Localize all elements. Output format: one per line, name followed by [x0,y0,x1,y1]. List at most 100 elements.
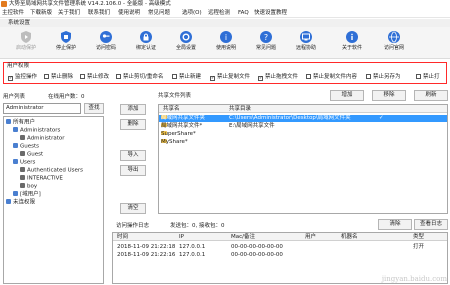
start-protect-button[interactable]: 启动保护 [6,27,46,59]
checkbox-box: ✓ [258,75,263,81]
perm-no-modify-checkbox[interactable]: 禁止修改 [80,73,109,81]
faq-button[interactable]: ? 常见问题 [246,27,286,59]
checkbox-box [44,73,49,79]
access-password-button[interactable]: 访问密码 [86,27,126,59]
user-search-button[interactable]: 查找 [84,103,104,114]
shield-stop-icon [61,31,71,43]
share-row[interactable]: 局域网共享文件夹 C:\Users\Administrator\Desktop\… [159,115,447,122]
tree-item[interactable]: Authenticated Users [20,167,83,175]
share-row[interactable]: MyShare* [159,139,447,146]
tree-item[interactable]: Guests [13,143,39,151]
tree-item[interactable]: Administrators [13,127,60,135]
column-header[interactable]: IP [179,233,184,241]
perm-no-copy-file-checkbox[interactable]: ✓ 禁止复制文件 [210,73,250,81]
tree-item[interactable]: Users [13,159,35,167]
app-icon [1,1,7,7]
menu-item-main[interactable]: 主控软件 [2,9,24,18]
menu-item-faq-cn[interactable]: 常见问题 [148,9,170,18]
column-header[interactable]: 共享目录 [229,105,251,113]
column-header[interactable]: 共享名 [163,105,180,113]
checkbox-box: ✓ [210,75,215,81]
menu-item-manual[interactable]: 使用说明 [118,9,140,18]
log-row[interactable]: 2018-11-09 21:22:16 127.0.0.1 00-00-00-0… [113,252,447,259]
user-tree: 所有用户 Administrators Administrator Guests… [3,116,104,284]
tree-item[interactable]: INTERACTIVE [20,175,63,183]
menu-item-quick-guide[interactable]: 快速设置教程 [254,9,287,18]
add-button[interactable]: 添加 [120,104,146,115]
user-icon [20,175,25,180]
svg-text:i: i [225,33,227,42]
tree-item[interactable]: 未连权限 [6,199,35,207]
perm-no-drag-file-checkbox[interactable]: ✓ 禁止拖拽文件 [258,73,298,81]
website-button[interactable]: 访问官网 [374,27,414,59]
export-button[interactable]: 导出 [120,165,146,176]
toolbar-label: 使用说明 [215,45,236,51]
tree-item[interactable]: [域用户] [13,191,41,199]
perm-monitor-checkbox[interactable]: ✓ 监控操作 [8,73,37,81]
stop-protect-button[interactable]: 停止保护 [46,27,86,59]
share-add-button[interactable]: 增加 [330,90,364,101]
checkbox-box [416,73,421,79]
watermark: jingyan.baidu.com [381,275,447,283]
svg-text:?: ? [264,33,268,42]
share-row[interactable]: SuperShare* [159,131,447,138]
bind-auth-button[interactable]: 绑定认证 [126,27,166,59]
toolbar-label: 启动保护 [15,45,36,51]
menu-item-about[interactable]: 关于我们 [58,9,80,18]
window-title: 大势至局域网共享文件管理系统 V14.2.106.0 - 全能版 - 高级模式 [9,1,171,7]
user-icon [20,135,25,140]
about-button[interactable]: 关于软件 [332,27,372,59]
toolbar-label: 访问官网 [383,45,404,51]
checkbox-box [172,73,177,79]
share-refresh-button[interactable]: 刷新 [414,90,448,101]
tree-item[interactable]: Guest [20,151,43,159]
log-view-button[interactable]: 查看日志 [414,219,448,230]
manual-button[interactable]: i 使用说明 [206,27,246,59]
toolbar-label: 远程协助 [295,45,316,51]
perm-no-save-as-checkbox[interactable]: 禁止另存为 [366,73,401,81]
delete-button[interactable]: 删除 [120,119,146,130]
menu-item-download[interactable]: 下载新版 [30,9,52,18]
tree-item[interactable]: boy [20,183,37,191]
global-settings-button[interactable]: 全局设置 [166,27,206,59]
menu-item-remote-check[interactable]: 远程检测 [208,9,230,18]
perm-no-print-checkbox[interactable]: 禁止打 [416,73,440,81]
group-icon [6,119,11,124]
share-remove-button[interactable]: 移除 [372,90,406,101]
toolbar-group-label: 系统设置 [8,20,31,26]
gear-icon [180,31,192,43]
user-list-label: 用户列表 [3,94,26,100]
perm-no-copy-content-checkbox[interactable]: 禁止复制文件内容 [306,73,357,81]
column-header[interactable]: 用户 [305,233,316,241]
column-header[interactable]: 类型 [413,233,424,241]
menu-bar: 主控软件 下载新版 关于我们 联系我们 使用说明 常见问题 选项(O) 远程检测… [0,9,450,18]
menu-item-contact[interactable]: 联系我们 [88,9,110,18]
clear-button[interactable]: 清空 [120,203,146,214]
toolbar-group-header: 系统设置 [0,19,450,27]
user-search-input[interactable]: Administrator [3,103,81,114]
share-row[interactable]: 局域网共享文件* E:\局域网共享文件 [159,123,447,130]
toolbar-label: 停止保护 [55,45,76,51]
tree-item[interactable]: 所有用户 [6,119,35,127]
info-icon [346,31,358,43]
column-header[interactable]: 机器名 [341,233,358,241]
import-button[interactable]: 导入 [120,150,146,161]
column-header[interactable]: 时间 [117,233,128,241]
help-icon: i [220,31,232,43]
menu-item-faq[interactable]: FAQ [238,9,249,18]
globe-icon [388,31,400,43]
perm-no-cut-rename-checkbox[interactable]: 禁止剪切/重命名 [116,73,163,81]
share-list-label: 共享文件列表 [158,93,192,99]
log-clear-button[interactable]: 清除 [378,219,412,230]
toolbar-label: 访问密码 [95,45,116,51]
packet-stats: 发送包：0, 接收包：0 [170,223,225,229]
perm-no-delete-checkbox[interactable]: 禁止删除 [44,73,73,81]
tree-item[interactable]: Administrator [20,135,65,143]
perm-no-create-checkbox[interactable]: 禁止新建 [172,73,201,81]
log-row[interactable]: 2018-11-09 21:22:18 127.0.0.1 00-00-00-0… [113,244,447,251]
menu-item-options[interactable]: 选项(O) [182,9,202,18]
online-count: 在线用户数：0 [48,94,85,100]
column-header[interactable]: Mac/备注 [231,233,255,241]
remote-assist-button[interactable]: 远程协助 [286,27,326,59]
toolbar-label: 常见问题 [255,45,276,51]
